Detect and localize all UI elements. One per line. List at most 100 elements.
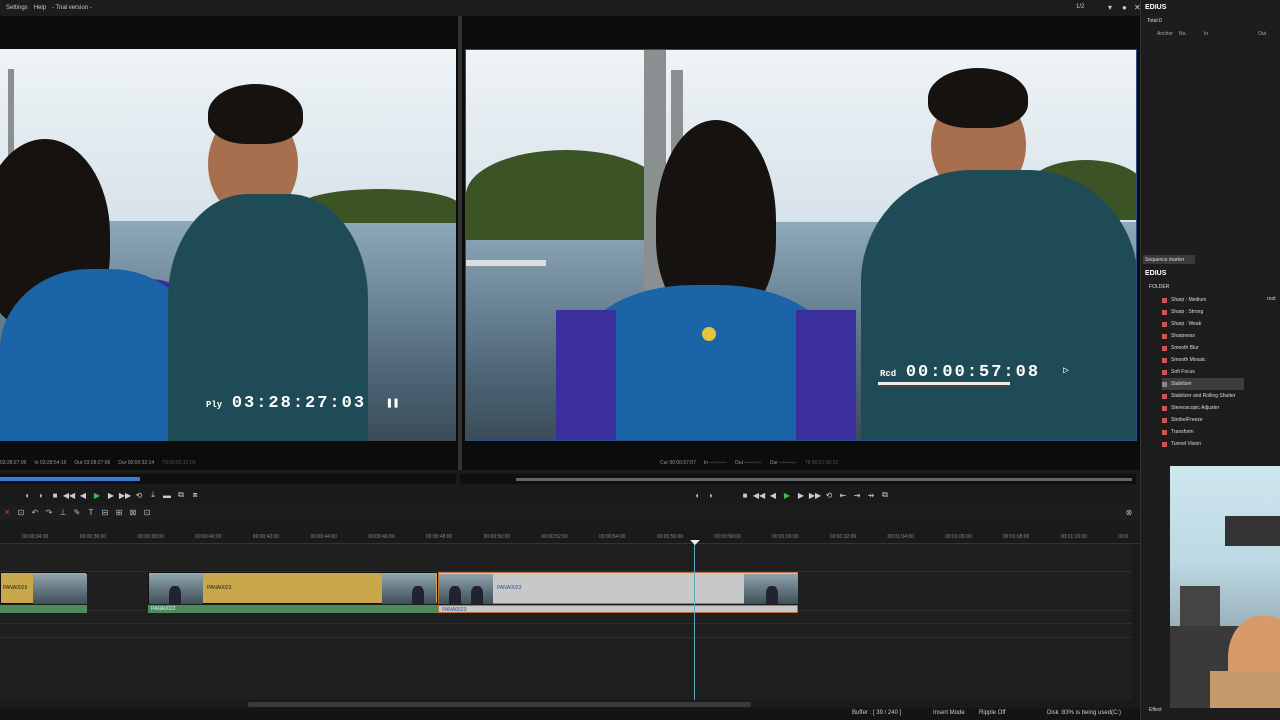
ruler-tick: 00:00:58:00 [714,534,741,540]
set-out-icon[interactable]: ◗ [704,491,718,500]
page-indicator: 1/2 [1076,4,1085,10]
redo-icon[interactable]: ↷ [42,508,56,517]
ruler-tick: 00:00:38:00 [137,534,164,540]
player-info-row: 03:28:27:06 In 03:28:54:16 Out 03:28:27:06… [0,460,196,466]
sync-icon[interactable]: ⧈ [188,490,202,500]
player-scrub-bar[interactable] [0,474,456,484]
effect-tab[interactable]: Effect [1149,707,1162,713]
fast-forward-icon[interactable]: ▶▶ [118,491,132,500]
recorder-transport: ◖ ◗ ■ ◀◀ ◀ ▶ ▶ ▶▶ ⟲ ⇤ ⇥ ⇸ ⧉ [690,487,950,503]
recorder-video[interactable]: Rcd 00:00:57:08 ▷ [465,49,1137,441]
stop-icon[interactable]: ■ [48,491,62,500]
export-icon[interactable]: ⧉ [174,490,188,500]
ruler-tick: 00:00:52:00 [541,534,568,540]
zoom-icon[interactable]: ⊡ [140,508,154,517]
effect-item[interactable]: Sharp : Medium [1162,294,1244,306]
effect-item[interactable]: Tunnel Vision [1162,438,1244,450]
ruler-tick: 00:01:06:00 [945,534,972,540]
menu-settings[interactable]: Settings [6,5,28,11]
recorder-scrub-bar[interactable] [460,474,1136,484]
close-timeline-icon[interactable]: ⊗ [1122,508,1136,517]
save-icon[interactable]: ⊟ [98,508,112,517]
marker-total: Total:0 [1147,18,1162,24]
menubar: Settings Help - Trial version - 1/2 ▾ ● … [0,0,1141,16]
ruler-tick: 00:00:40:00 [195,534,222,540]
ripple-mode[interactable]: Ripple Off [979,710,1006,716]
play-icon[interactable]: ▶ [780,491,794,500]
recorder-tc-value: 00:00:57:08 [905,363,1041,382]
title-icon[interactable]: T [84,508,98,517]
playhead[interactable] [694,540,695,700]
loop-icon[interactable]: ⟲ [822,491,836,500]
render-icon[interactable]: ⊞ [112,508,126,517]
step-back-icon[interactable]: ◀ [766,491,780,500]
ruler-tick: 00:00:34:00 [22,534,49,540]
effect-item[interactable]: Strobe/Freeze [1162,414,1244,426]
timeline-toolbar: ✕ ⊡ ↶ ↷ ⊥ ✎ T ⊟ ⊞ ⊠ ⊡ ⊗ [0,505,1140,520]
rewind-icon[interactable]: ◀◀ [62,491,76,500]
next-edit-icon[interactable]: ⇥ [850,491,864,500]
export-icon[interactable]: ⧉ [878,490,892,500]
overwrite-icon[interactable]: ▬ [160,491,174,500]
folder-root[interactable]: root [1267,296,1276,302]
dropdown-icon[interactable]: ▾ [1108,3,1112,12]
marker-icon[interactable]: ⇸ [864,491,878,500]
audio-clip-1[interactable] [0,605,87,613]
clip-pana0026[interactable]: PANA0026 [0,572,87,604]
stop-icon[interactable]: ■ [738,491,752,500]
sequence-marker-tab[interactable]: Sequence marker [1143,255,1195,264]
effect-item[interactable]: Sharpness [1162,330,1244,342]
viewer-divider[interactable] [458,16,462,470]
insert-mode[interactable]: Insert Mode [933,710,965,716]
effect-item[interactable]: Stabilizer and Rolling Shutter [1162,390,1244,402]
cut-icon[interactable]: ⊡ [14,508,28,517]
effect-item[interactable]: Soft Focus [1162,366,1244,378]
clip-pana0023-b[interactable]: PANA0023 [438,572,798,604]
edius-brand-effects: EDIUS [1145,270,1167,277]
prev-edit-icon[interactable]: ⇤ [836,491,850,500]
step-forward-icon[interactable]: ▶ [794,491,808,500]
rewind-icon[interactable]: ◀◀ [752,491,766,500]
effect-item[interactable]: Transform [1162,426,1244,438]
minimize-icon[interactable]: ● [1122,3,1127,12]
ruler-tick: 00:00:48:00 [425,534,453,540]
set-in-icon[interactable]: ◖ [690,491,704,500]
effect-item[interactable]: Sharp : Weak [1162,318,1244,330]
undo-icon[interactable]: ↶ [28,508,42,517]
audio-clip-3[interactable]: PANA0023 [438,605,798,613]
sync-mode-icon[interactable]: ⊠ [126,508,140,517]
delete-icon[interactable]: ✕ [0,508,14,517]
ruler-tick: 00:01:08:00 [1002,534,1030,540]
ruler-tick: 00:00:44:00 [310,534,337,540]
timeline-tracks[interactable]: PANA0026 PANA0023 PANA0023 PANA0023 PANA… [0,545,1132,700]
menu-help[interactable]: Help [34,5,46,11]
timeline-ruler[interactable]: 00:00:34:00 00:00:36:00 00:00:38:00 00:00:4… [0,532,1140,544]
insert-icon[interactable]: ⤓ [146,490,160,500]
audio-clip-2[interactable]: PANA0023 [148,605,438,613]
effect-item[interactable]: Smooth Blur [1162,342,1244,354]
effect-item-selected[interactable]: Stabilizer [1162,378,1244,390]
pause-icon: ❚❚ [386,398,400,410]
clip-pana0023-a[interactable]: PANA0023 [148,572,438,604]
effect-item[interactable]: Stereoscopic Adjuster [1162,402,1244,414]
ruler-tick: 00:00:42:00 [252,534,280,540]
play-state-icon: ▷ [1063,366,1070,377]
player-video[interactable]: Ply 03:28:27:03 ❚❚ [0,49,456,441]
set-in-icon[interactable]: ◖ [20,491,34,500]
add-marker-icon[interactable]: ⊥ [56,508,70,517]
effect-item[interactable]: Smooth Mosaic [1162,354,1244,366]
playhead-handle[interactable] [690,540,700,545]
snap-icon[interactable]: ✎ [70,508,84,517]
step-back-icon[interactable]: ◀ [76,491,90,500]
loop-icon[interactable]: ⟲ [132,491,146,500]
ruler-tick: 00:00:36:00 [79,534,107,540]
player-transport: ◖ ◗ ■ ◀◀ ◀ ▶ ▶ ▶▶ ⟲ ⤓ ▬ ⧉ ⧈ [0,487,456,503]
fast-forward-icon[interactable]: ▶▶ [808,491,822,500]
set-out-icon[interactable]: ◗ [34,491,48,500]
ruler-tick: 00:01:04:00 [887,534,914,540]
timeline-scrollbar[interactable] [248,702,751,707]
play-icon[interactable]: ▶ [90,491,104,500]
effect-item[interactable]: Sharp : Strong [1162,306,1244,318]
player-tc-label: Ply [206,400,223,410]
step-forward-icon[interactable]: ▶ [104,491,118,500]
